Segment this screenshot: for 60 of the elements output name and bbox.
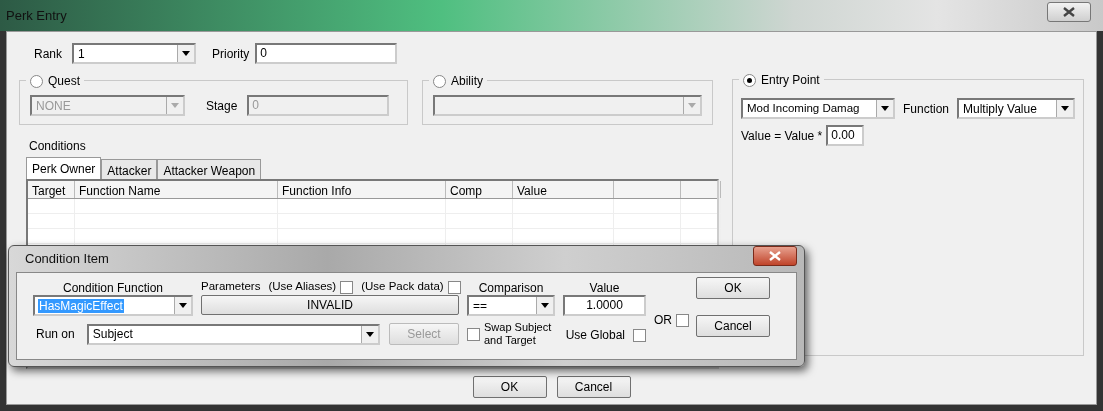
field-label: Value bbox=[588, 280, 621, 295]
function-dropdown[interactable]: Multiply Value bbox=[957, 98, 1075, 119]
dropdown-arrow-icon bbox=[182, 51, 190, 56]
priority-field[interactable]: 0 bbox=[255, 43, 398, 64]
run-on-dropdown[interactable]: Subject bbox=[86, 323, 380, 345]
field-label: Parameters bbox=[201, 279, 261, 295]
close-button[interactable] bbox=[753, 246, 797, 266]
column-header: Comp bbox=[446, 181, 513, 198]
field-label: Comparison bbox=[477, 280, 545, 295]
dropdown-arrow-icon bbox=[688, 103, 696, 108]
dialog-button[interactable]: OK bbox=[696, 277, 770, 299]
checkbox[interactable] bbox=[340, 280, 354, 294]
column-header: Function Info bbox=[278, 181, 446, 198]
checkbox[interactable] bbox=[676, 313, 689, 327]
section-label: Conditions bbox=[29, 138, 87, 155]
close-icon bbox=[769, 251, 781, 261]
value-field[interactable]: 1.0000 bbox=[563, 295, 646, 316]
checkbox-label: OR bbox=[654, 312, 672, 329]
field-label: Stage bbox=[206, 97, 238, 115]
group-label: Entry Point bbox=[761, 72, 820, 89]
tab[interactable]: Attacker Weapon bbox=[157, 159, 262, 179]
value-field[interactable]: 0.00 bbox=[826, 125, 865, 146]
close-button[interactable] bbox=[1047, 2, 1091, 22]
group-label: Ability bbox=[451, 73, 483, 90]
dropdown-arrow-icon bbox=[1061, 106, 1069, 111]
dialog-button[interactable]: Cancel bbox=[556, 376, 631, 398]
checkbox[interactable] bbox=[633, 328, 646, 342]
dropdown-arrow-icon bbox=[171, 103, 179, 108]
checkbox-label: Use Global bbox=[565, 327, 625, 344]
window-title: Perk Entry bbox=[6, 6, 67, 25]
column-header: Function Name bbox=[75, 181, 278, 198]
window-title: Condition Item bbox=[25, 250, 109, 269]
column-header: Target bbox=[28, 181, 75, 198]
checkbox-label: (Use Pack data) bbox=[361, 279, 444, 295]
field-label: Priority bbox=[212, 45, 250, 63]
parameters-button[interactable]: INVALID bbox=[201, 295, 459, 315]
dropdown-arrow-icon bbox=[366, 331, 374, 337]
field-label: Condition Function bbox=[61, 280, 165, 295]
field-label: Function bbox=[903, 100, 950, 118]
group-label: Quest bbox=[48, 73, 80, 90]
field-label: Rank bbox=[34, 45, 62, 63]
comparison-dropdown[interactable]: == bbox=[467, 295, 555, 316]
checkbox-label: Swap Subject and Target bbox=[484, 321, 553, 347]
tab[interactable]: Perk Owner bbox=[26, 157, 102, 179]
field-label: Run on bbox=[36, 326, 75, 343]
close-icon bbox=[1063, 7, 1075, 17]
tab[interactable]: Attacker bbox=[101, 159, 158, 179]
entry-point-dropdown[interactable]: Mod Incoming Damag bbox=[741, 98, 895, 119]
radio-button[interactable] bbox=[743, 73, 756, 87]
checkbox[interactable] bbox=[447, 280, 461, 294]
checkbox-label: (Use Aliases) bbox=[268, 279, 337, 295]
formula-label: Value = Value * bbox=[741, 127, 823, 145]
dropdown-arrow-icon bbox=[179, 303, 187, 308]
rank-dropdown[interactable]: 1 bbox=[72, 43, 196, 64]
dropdown-arrow-icon bbox=[541, 303, 549, 308]
dialog-button[interactable]: Cancel bbox=[696, 315, 770, 337]
dialog-button[interactable]: OK bbox=[472, 376, 547, 398]
checkbox[interactable] bbox=[467, 327, 480, 341]
dropdown-arrow-icon bbox=[881, 106, 889, 111]
column-header: Value bbox=[513, 181, 614, 198]
